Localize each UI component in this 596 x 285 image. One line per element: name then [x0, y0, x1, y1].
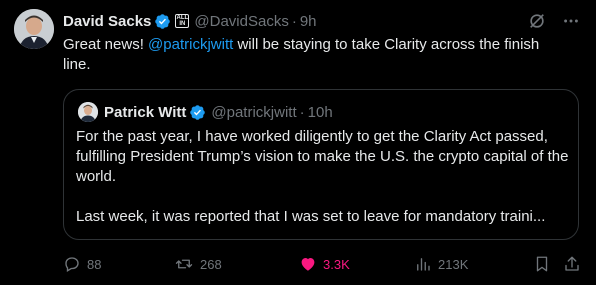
like-count: 3.3K — [323, 256, 350, 272]
share-icon — [565, 256, 579, 271]
quoted-author-avatar — [78, 102, 98, 122]
quoted-tweet[interactable]: Patrick Witt @patrickjwitt · 10h For the… — [63, 89, 579, 240]
author-name[interactable]: David Sacks — [63, 13, 151, 30]
more-options-icon[interactable] — [562, 12, 580, 35]
tweet-header: David Sacks ALL IN @DavidSacks · 9h — [63, 11, 317, 31]
organization-badge-icon[interactable]: ALL IN — [175, 14, 190, 28]
mention-link[interactable]: @patrickjwitt — [148, 36, 233, 53]
reply-icon — [65, 257, 79, 272]
views-icon — [417, 258, 430, 271]
views-button[interactable]: 213K — [414, 255, 468, 273]
verified-badge-icon — [154, 13, 171, 30]
quoted-paragraph: For the past year, I have worked diligen… — [76, 128, 569, 185]
author-avatar[interactable] — [14, 9, 54, 49]
tweet-top-actions — [528, 12, 580, 35]
separator-dot: · — [299, 103, 305, 121]
like-button[interactable]: 3.3K — [299, 255, 350, 273]
view-count: 213K — [438, 256, 469, 272]
repost-count: 268 — [200, 256, 222, 272]
repost-button[interactable]: 268 — [174, 255, 222, 273]
tweet-action-bar: 88 268 3.3K 213K — [63, 255, 583, 275]
quoted-tweet-text: For the past year, I have worked diligen… — [76, 127, 570, 227]
author-handle[interactable]: @DavidSacks — [194, 13, 288, 30]
bookmark-button[interactable] — [533, 255, 551, 273]
heart-icon — [301, 258, 315, 271]
tweet-text: Great news! @patrickjwitt will be stayin… — [63, 36, 540, 73]
share-button[interactable] — [563, 255, 581, 273]
reply-count: 88 — [87, 256, 102, 272]
grok-icon[interactable] — [528, 12, 546, 35]
quoted-author-name: Patrick Witt — [104, 103, 187, 121]
bookmark-icon — [536, 256, 548, 272]
quoted-paragraph: Last week, it was reported that I was se… — [76, 208, 546, 225]
quoted-author-handle: @patrickjwitt — [211, 103, 297, 121]
quoted-timestamp: 10h — [307, 103, 333, 121]
repost-icon — [175, 259, 193, 269]
reply-button[interactable]: 88 — [63, 255, 101, 273]
verified-badge-icon — [189, 104, 206, 121]
quoted-tweet-header: Patrick Witt @patrickjwitt · 10h — [78, 102, 333, 122]
timestamp[interactable]: 9h — [300, 13, 317, 30]
separator-dot: · — [291, 12, 297, 30]
